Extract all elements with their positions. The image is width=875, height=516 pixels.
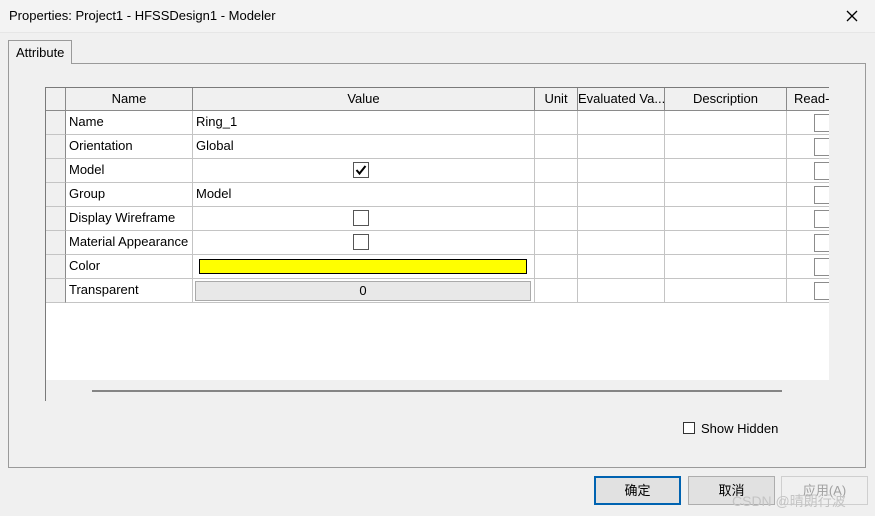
description-cell[interactable]	[665, 159, 787, 183]
read-only-checkbox[interactable]	[814, 234, 829, 252]
display-wireframe-checkbox[interactable]	[353, 210, 369, 226]
show-hidden-label: Show Hidden	[701, 421, 779, 436]
property-value	[193, 255, 535, 279]
description-cell[interactable]	[665, 183, 787, 207]
property-name: Orientation	[66, 135, 193, 159]
horizontal-scrollbar[interactable]	[46, 380, 829, 401]
description-cell[interactable]	[665, 279, 787, 303]
column-header-read-only[interactable]: Read-	[787, 88, 829, 111]
read-only-cell	[787, 231, 829, 255]
close-button[interactable]	[829, 0, 875, 32]
property-name: Material Appearance	[66, 231, 193, 255]
read-only-cell	[787, 255, 829, 279]
read-only-cell	[787, 111, 829, 135]
unit-cell[interactable]	[535, 159, 578, 183]
unit-cell[interactable]	[535, 183, 578, 207]
column-header-name[interactable]: Name	[66, 88, 193, 111]
tab-attribute-label: Attribute	[16, 45, 65, 60]
title-bar: Properties: Project1 - HFSSDesign1 - Mod…	[0, 0, 875, 33]
evaluated-value-cell	[578, 255, 665, 279]
evaluated-value-cell	[578, 135, 665, 159]
column-header-evaluated-value[interactable]: Evaluated Va...	[578, 88, 665, 111]
read-only-cell	[787, 135, 829, 159]
column-header-unit[interactable]: Unit	[535, 88, 578, 111]
description-cell[interactable]	[665, 135, 787, 159]
property-grid: Name Value Unit Evaluated Va... Descript…	[45, 87, 829, 401]
property-value	[193, 207, 535, 231]
read-only-checkbox[interactable]	[814, 114, 829, 132]
evaluated-value-cell	[578, 183, 665, 207]
property-name: Transparent	[66, 279, 193, 303]
evaluated-value-cell	[578, 279, 665, 303]
close-icon	[846, 10, 858, 22]
checkmark-icon	[355, 165, 367, 176]
property-name: Name	[66, 111, 193, 135]
property-value	[193, 159, 535, 183]
read-only-checkbox[interactable]	[814, 138, 829, 156]
evaluated-value-cell	[578, 111, 665, 135]
unit-cell[interactable]	[535, 279, 578, 303]
color-swatch[interactable]	[199, 259, 527, 274]
window-title: Properties: Project1 - HFSSDesign1 - Mod…	[9, 8, 276, 23]
row-header[interactable]	[46, 159, 66, 183]
description-cell[interactable]	[665, 207, 787, 231]
read-only-cell	[787, 207, 829, 231]
description-cell[interactable]	[665, 255, 787, 279]
property-name: Model	[66, 159, 193, 183]
ok-button[interactable]: 确定	[594, 476, 681, 505]
row-header[interactable]	[46, 207, 66, 231]
unit-cell[interactable]	[535, 255, 578, 279]
read-only-cell	[787, 279, 829, 303]
evaluated-value-cell	[578, 159, 665, 183]
read-only-checkbox[interactable]	[814, 282, 829, 300]
unit-cell[interactable]	[535, 111, 578, 135]
corner-header	[46, 88, 66, 111]
row-header[interactable]	[46, 183, 66, 207]
material-appearance-checkbox[interactable]	[353, 234, 369, 250]
property-value: 0	[193, 279, 535, 303]
evaluated-value-cell	[578, 207, 665, 231]
column-header-description[interactable]: Description	[665, 88, 787, 111]
column-header-value[interactable]: Value	[193, 88, 535, 111]
read-only-checkbox[interactable]	[814, 258, 829, 276]
unit-cell[interactable]	[535, 207, 578, 231]
row-header[interactable]	[46, 231, 66, 255]
description-cell[interactable]	[665, 111, 787, 135]
scrollbar-thumb[interactable]	[92, 390, 782, 392]
read-only-cell	[787, 159, 829, 183]
property-name: Group	[66, 183, 193, 207]
description-cell[interactable]	[665, 231, 787, 255]
read-only-checkbox[interactable]	[814, 210, 829, 228]
evaluated-value-cell	[578, 231, 665, 255]
row-header[interactable]	[46, 111, 66, 135]
watermark: CSDN @晴朗行波	[732, 493, 846, 509]
unit-cell[interactable]	[535, 135, 578, 159]
property-name: Display Wireframe	[66, 207, 193, 231]
property-name: Color	[66, 255, 193, 279]
property-value[interactable]: Global	[193, 135, 535, 159]
property-value[interactable]: Ring_1	[193, 111, 535, 135]
read-only-checkbox[interactable]	[814, 162, 829, 180]
property-value[interactable]: Model	[193, 183, 535, 207]
unit-cell[interactable]	[535, 231, 578, 255]
transparency-slider-button[interactable]: 0	[195, 281, 531, 301]
show-hidden-checkbox[interactable]	[683, 422, 695, 434]
tab-attribute[interactable]: Attribute	[8, 40, 72, 64]
read-only-cell	[787, 183, 829, 207]
model-checkbox[interactable]	[353, 162, 369, 178]
row-header[interactable]	[46, 135, 66, 159]
property-value	[193, 231, 535, 255]
row-header[interactable]	[46, 279, 66, 303]
row-header[interactable]	[46, 255, 66, 279]
read-only-checkbox[interactable]	[814, 186, 829, 204]
